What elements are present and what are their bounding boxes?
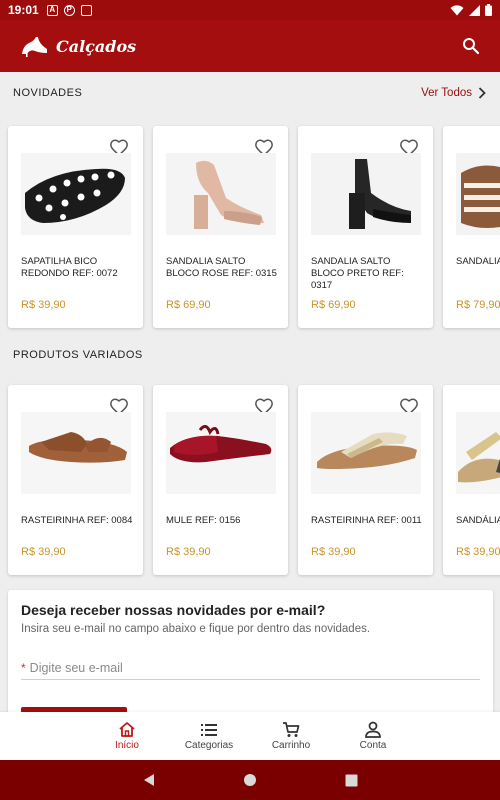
status-time: 19:01 xyxy=(8,3,39,17)
product-image-black-block-heel xyxy=(311,153,421,235)
newsletter-card: Deseja receber nossas novidades por e-ma… xyxy=(8,590,493,712)
product-row-produtos-variados[interactable]: RASTEIRINHA REF: 0084 R$ 39,90 MULE REF:… xyxy=(8,385,500,575)
back-triangle-icon xyxy=(143,774,154,786)
app-bar: Calçados xyxy=(0,20,500,72)
required-asterisk: * xyxy=(21,660,26,675)
product-price: R$ 39,90 xyxy=(21,546,66,558)
product-name: SANDÁLIA RASTEIRIN xyxy=(456,515,500,526)
cart-icon xyxy=(283,722,300,737)
battery-icon xyxy=(485,4,492,16)
product-image-red-mule xyxy=(166,412,276,494)
product-card[interactable]: MULE REF: 0156 R$ 39,90 xyxy=(153,385,288,575)
product-name: RASTEIRINHA REF: 0011 xyxy=(311,515,422,526)
section-title: NOVIDADES xyxy=(13,87,83,99)
p-icon: P xyxy=(63,4,75,16)
nav-label: Conta xyxy=(359,740,387,751)
product-name: MULE REF: 0156 xyxy=(166,515,241,526)
recents-square-icon xyxy=(345,774,357,786)
sd-icon xyxy=(80,4,92,16)
section-header-produtos-variados: PRODUTOS VARIADOS xyxy=(13,349,486,361)
product-card[interactable]: SANDALIA SALTO BLOCO PRETO REF: 0317 R$ … xyxy=(298,126,433,328)
product-price: R$ 69,90 xyxy=(311,299,356,311)
bottom-navigation: Início Categorias Carrinho Conta xyxy=(0,712,500,760)
logo-text: Calçados xyxy=(56,36,137,56)
product-card[interactable]: SANDALIA LISTA REF R$ 79,90 xyxy=(443,126,500,328)
nav-label: Carrinho xyxy=(271,740,311,751)
product-card[interactable]: SAPATILHA BICO REDONDO REF: 0072 R$ 39,9… xyxy=(8,126,143,328)
product-price: R$ 39,90 xyxy=(456,546,500,558)
nav-label: Início xyxy=(115,740,139,751)
home-circle-icon xyxy=(243,774,256,786)
newsletter-title: Deseja receber nossas novidades por e-ma… xyxy=(21,602,326,618)
product-card[interactable]: SANDÁLIA RASTEIRIN R$ 39,90 xyxy=(443,385,500,575)
back-button[interactable] xyxy=(143,773,155,787)
nav-label: Categorias xyxy=(184,740,234,751)
list-icon xyxy=(201,724,217,736)
nav-item-categorias[interactable]: Categorias xyxy=(168,712,250,760)
product-image-rose-block-heel xyxy=(166,153,276,235)
product-image-gold-sandal xyxy=(456,412,500,494)
product-price: R$ 39,90 xyxy=(311,546,356,558)
signal-icon xyxy=(469,4,480,16)
product-card[interactable]: RASTEIRINHA REF: 0011 R$ 39,90 xyxy=(298,385,433,575)
product-name: SAPATILHA BICO REDONDO REF: 0072 xyxy=(21,256,118,279)
system-navigation-bar xyxy=(0,760,500,800)
product-image-gold-flip-flop xyxy=(311,412,421,494)
email-field[interactable]: * xyxy=(21,656,480,680)
product-image-polka-dot-flat xyxy=(21,153,131,235)
a-icon: A xyxy=(46,4,58,16)
home-system-button[interactable] xyxy=(243,773,257,787)
email-input[interactable] xyxy=(29,660,480,675)
product-image-brown-flat-sandal xyxy=(21,412,131,494)
product-card[interactable]: RASTEIRINHA REF: 0084 R$ 39,90 xyxy=(8,385,143,575)
search-icon xyxy=(463,38,480,55)
wifi-icon xyxy=(450,4,464,15)
high-heel-logo-icon xyxy=(22,37,47,57)
product-price: R$ 39,90 xyxy=(21,299,66,311)
nav-item-conta[interactable]: Conta xyxy=(332,712,414,760)
product-image-striped-sandal xyxy=(456,153,500,235)
section-title: PRODUTOS VARIADOS xyxy=(13,349,143,361)
product-name: SANDALIA LISTA REF xyxy=(456,256,500,267)
search-button[interactable] xyxy=(456,31,486,61)
product-name: SANDALIA SALTO BLOCO ROSE REF: 0315 xyxy=(166,256,277,279)
main-content[interactable]: NOVIDADES Ver Todos SAPATILHA BICO REDON… xyxy=(0,72,500,712)
product-price: R$ 69,90 xyxy=(166,299,211,311)
chevron-right-icon xyxy=(478,87,486,99)
home-icon xyxy=(119,722,135,737)
nav-item-carrinho[interactable]: Carrinho xyxy=(250,712,332,760)
product-price: R$ 79,90 xyxy=(456,299,500,311)
recents-button[interactable] xyxy=(345,774,358,787)
status-bar: 19:01 A P xyxy=(0,0,500,20)
see-all-label: Ver Todos xyxy=(421,87,472,99)
app-logo[interactable]: Calçados xyxy=(20,34,136,58)
product-row-novidades[interactable]: SAPATILHA BICO REDONDO REF: 0072 R$ 39,9… xyxy=(8,126,500,328)
product-name: RASTEIRINHA REF: 0084 xyxy=(21,515,133,526)
product-name: SANDALIA SALTO BLOCO PRETO REF: 0317 xyxy=(311,256,404,291)
see-all-link[interactable]: Ver Todos xyxy=(421,87,486,99)
newsletter-subtitle: Insira seu e-mail no campo abaixo e fiqu… xyxy=(21,623,371,635)
section-header-novidades: NOVIDADES Ver Todos xyxy=(13,87,486,99)
product-card[interactable]: SANDALIA SALTO BLOCO ROSE REF: 0315 R$ 6… xyxy=(153,126,288,328)
nav-item-inicio[interactable]: Início xyxy=(86,712,168,760)
product-price: R$ 39,90 xyxy=(166,546,211,558)
person-icon xyxy=(365,721,381,738)
